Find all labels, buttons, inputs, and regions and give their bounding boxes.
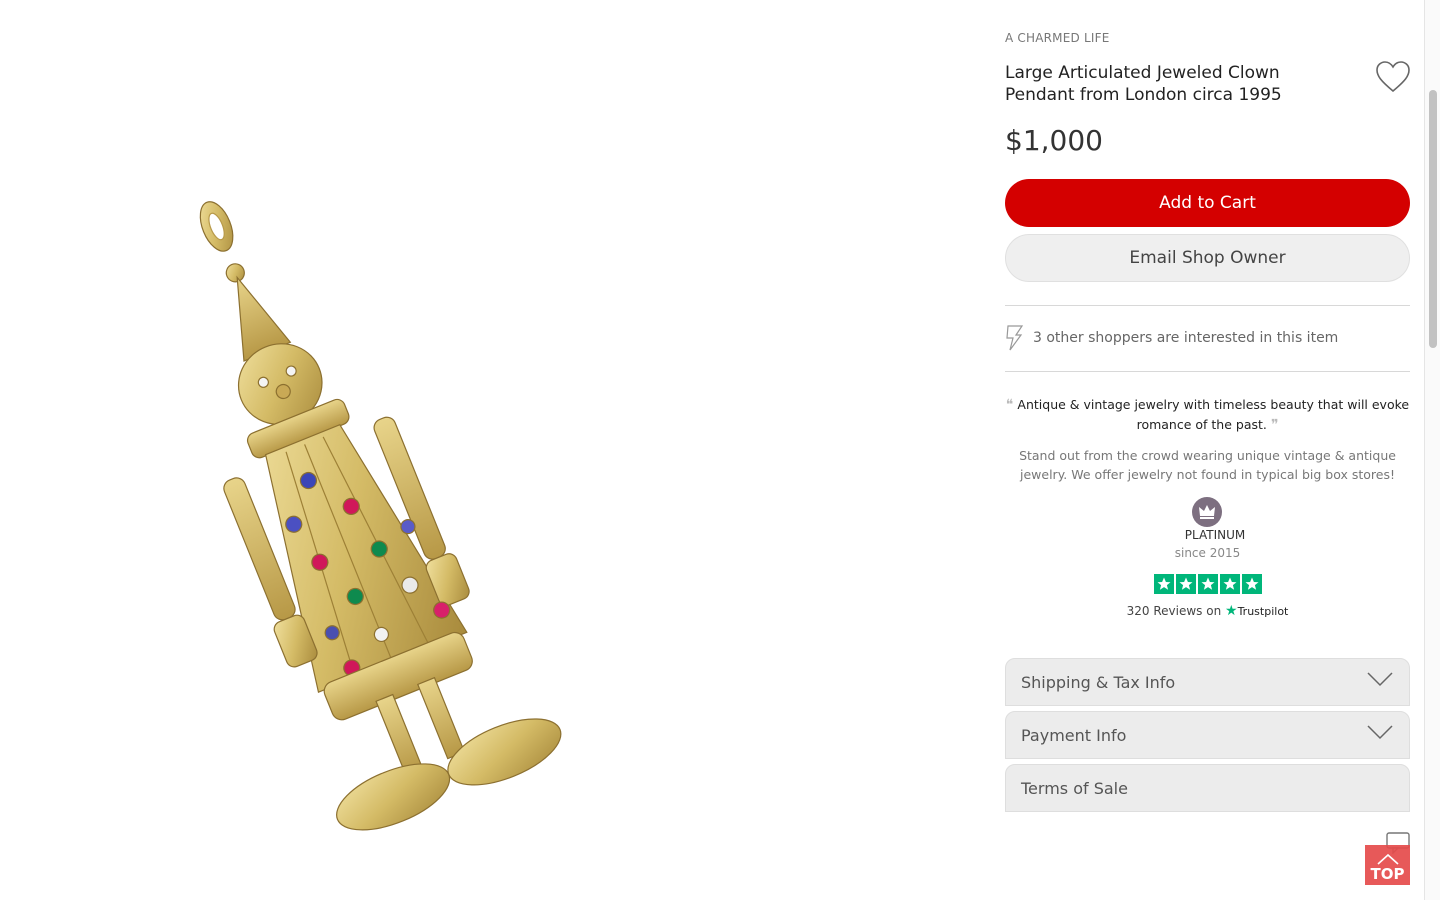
shop-tagline: ❝ Antique & vintage jewelry with timeles…: [1005, 395, 1410, 435]
star-icon: [1220, 574, 1240, 594]
close-quote-icon: ❞: [1270, 417, 1279, 433]
accordion-label: Shipping & Tax Info: [1021, 672, 1176, 692]
lightning-icon: [1006, 325, 1024, 351]
star-icon: [1176, 574, 1196, 594]
crown-badge-icon: [1192, 497, 1222, 527]
accordion-label: Terms of Sale: [1021, 778, 1128, 798]
star-icon: [1198, 574, 1218, 594]
interest-notice: 3 other shoppers are interested in this …: [1005, 324, 1338, 352]
trustpilot-brand: Trustpilot: [1237, 605, 1289, 618]
star-icon: [1242, 574, 1262, 594]
scrollbar-thumb[interactable]: [1429, 90, 1437, 348]
star-icon: [1154, 574, 1174, 594]
divider: [1005, 371, 1410, 372]
divider: [1005, 305, 1410, 306]
back-to-top-label: TOP: [1370, 865, 1405, 883]
chevron-down-icon: [1367, 672, 1393, 687]
email-shop-owner-button[interactable]: Email Shop Owner: [1005, 234, 1410, 282]
product-title: Large Articulated Jeweled Clown Pendant …: [1005, 63, 1282, 105]
accordion-payment[interactable]: Payment Info: [1005, 711, 1410, 759]
accordion-shipping-tax[interactable]: Shipping & Tax Info: [1005, 658, 1410, 706]
product-image[interactable]: [0, 0, 980, 900]
open-quote-icon: ❝: [1005, 397, 1014, 413]
back-to-top-button[interactable]: TOP: [1365, 845, 1410, 885]
chevron-down-icon: [1367, 725, 1393, 740]
product-price: $1,000: [1005, 124, 1103, 157]
interest-text: 3 other shoppers are interested in this …: [1033, 330, 1339, 346]
add-to-cart-button[interactable]: Add to Cart: [1005, 179, 1410, 227]
trustpilot-star-icon: ★: [1225, 603, 1238, 619]
seller-since: since 2015: [1174, 546, 1241, 560]
tagline-text: Antique & vintage jewelry with timeless …: [1017, 397, 1410, 432]
shop-description: Stand out from the crowd wearing unique …: [1019, 448, 1396, 482]
seller-tier: PLATINUM: [1184, 528, 1246, 542]
clown-pendant-illustration: [199, 201, 562, 831]
chevron-up-icon: [1376, 853, 1399, 865]
reviews-summary[interactable]: 320 Reviews on ★Trustpilot: [1005, 603, 1410, 619]
accordion-label: Payment Info: [1021, 725, 1127, 745]
reviews-count-text: 320 Reviews on: [1126, 604, 1222, 618]
trustpilot-rating[interactable]: [1154, 574, 1262, 594]
shop-name-link[interactable]: A CHARMED LIFE: [1005, 31, 1109, 45]
favorite-heart-icon[interactable]: [1375, 60, 1411, 94]
product-details-panel: A CHARMED LIFE Large Articulated Jeweled…: [1005, 0, 1410, 900]
accordion-terms[interactable]: Terms of Sale: [1005, 764, 1410, 812]
